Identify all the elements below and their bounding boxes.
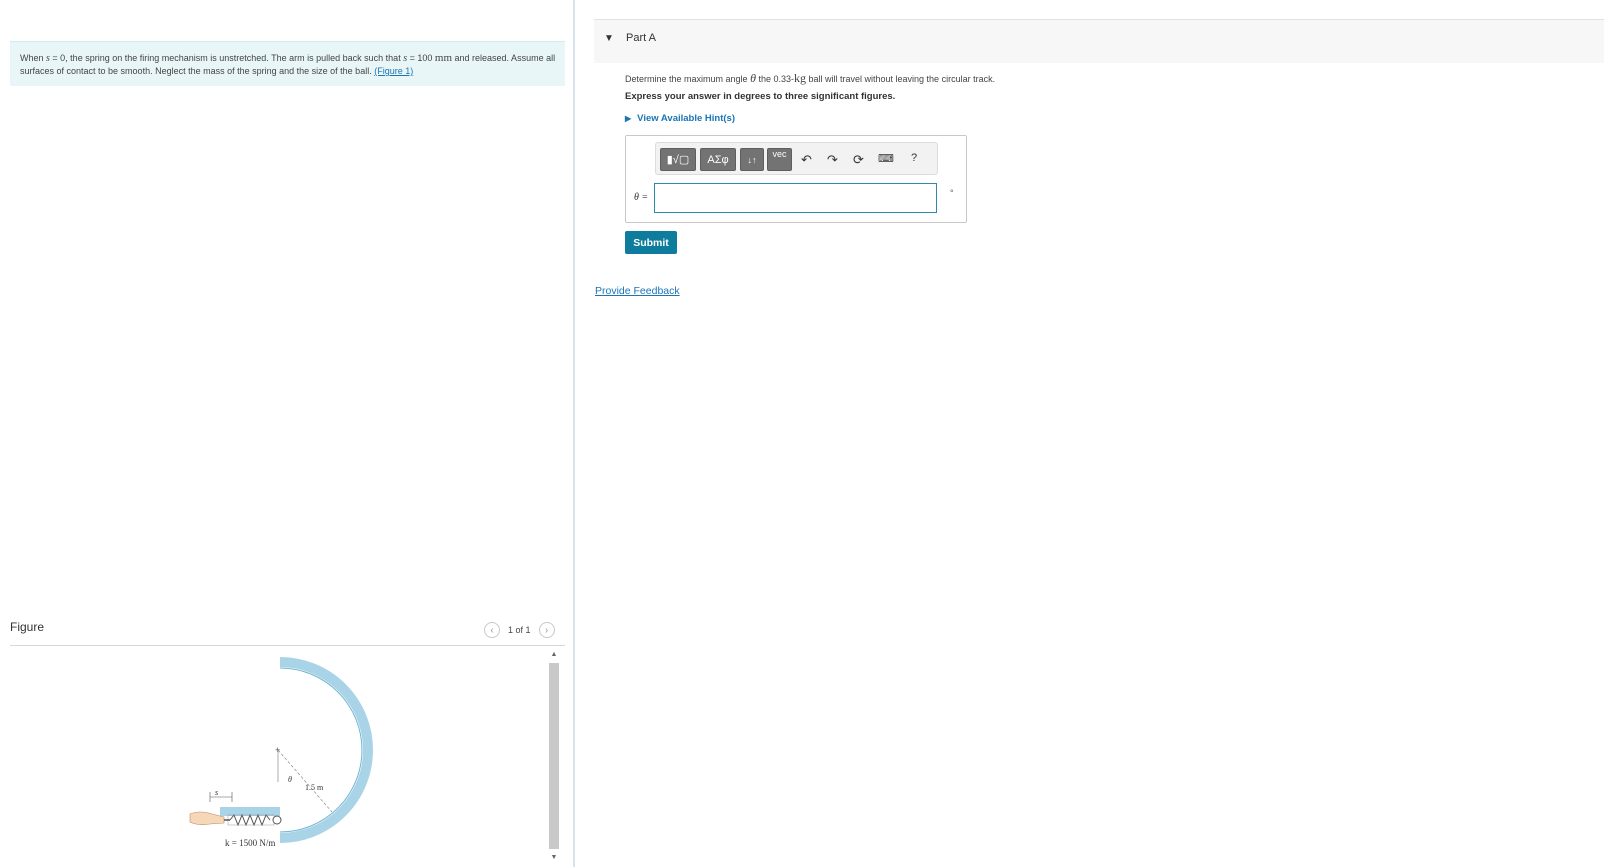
question-part: ball will travel without leaving the cir… (806, 74, 996, 84)
panel-divider[interactable] (573, 0, 575, 867)
hand (189, 811, 225, 825)
provide-feedback-link[interactable]: Provide Feedback (595, 285, 680, 297)
ball (272, 815, 282, 825)
answer-unit: ° (950, 188, 954, 198)
question-text: Determine the maximum angle θ the 0.33-k… (625, 71, 995, 86)
problem-text: = 100 (407, 53, 435, 63)
figure-link[interactable]: (Figure 1) (374, 66, 413, 76)
undo-icon[interactable]: ↶ (801, 152, 812, 168)
radius-line (277, 749, 333, 813)
chevron-right-icon[interactable]: › (538, 622, 555, 638)
answer-variable-label: θ = (634, 192, 649, 203)
spring-constant-label: k = 1500 N/m (225, 838, 275, 848)
figure-page-count: 1 of 1 (508, 625, 531, 635)
figure-image: + θ 1.5 m s k = 1500 N/m (189, 657, 373, 848)
keyboard-icon[interactable]: ⌨ (878, 152, 894, 165)
submit-button[interactable]: Submit (625, 231, 677, 254)
answer-box: ▮√▢ ΑΣφ ↓↑ vec ↶ ↷ ⟳ ⌨ ? θ = ° (625, 135, 967, 223)
figure-divider (10, 645, 565, 646)
answer-instruction: Express your answer in degrees to three … (625, 91, 896, 102)
expand-triangle-icon: ▶ (625, 114, 632, 123)
spring (229, 813, 271, 827)
svg-text:+: + (275, 745, 280, 755)
unit-kg: kg (794, 71, 806, 85)
s-label: s (215, 788, 218, 797)
templates-button[interactable]: ▮√▢ (660, 148, 696, 171)
theta-label: θ (288, 775, 292, 784)
scroll-down-icon[interactable]: ▼ (548, 851, 560, 863)
scroll-up-icon[interactable]: ▲ (548, 648, 560, 660)
scrollbar-thumb[interactable] (549, 663, 559, 849)
chevron-left-icon[interactable]: ‹ (484, 622, 500, 638)
problem-panel: When s = 0, the spring on the firing mec… (0, 0, 575, 867)
part-title: Part A (626, 32, 656, 44)
figure-scrollbar[interactable]: ▲ ▼ (548, 648, 560, 867)
radius-label: 1.5 m (305, 783, 324, 792)
collapse-triangle-icon[interactable]: ▼ (604, 33, 614, 44)
unit-mm: mm (434, 52, 453, 64)
answer-input[interactable] (654, 183, 937, 213)
figure-label: Figure (10, 620, 45, 634)
arrows-button[interactable]: ↓↑ (740, 148, 764, 171)
problem-statement-box: When s = 0, the spring on the firing mec… (10, 41, 565, 86)
math-toolbar: ▮√▢ ΑΣφ ↓↑ vec ↶ ↷ ⟳ ⌨ ? (655, 142, 938, 175)
question-part: Determine the maximum angle (625, 74, 751, 84)
reset-icon[interactable]: ⟳ (853, 152, 864, 168)
view-hints-link[interactable]: ▶ View Available Hint(s) (625, 113, 735, 124)
problem-statement: When s = 0, the spring on the firing mec… (20, 52, 565, 77)
problem-text: When (20, 53, 47, 63)
vector-button[interactable]: vec (767, 148, 792, 171)
symbols-button[interactable]: ΑΣφ (700, 148, 736, 171)
redo-icon[interactable]: ↷ (827, 152, 838, 168)
help-icon[interactable]: ? (911, 152, 917, 164)
part-a-header[interactable]: ▼ Part A (594, 20, 1604, 63)
problem-text: = 0, the spring on the firing mechanism … (49, 53, 404, 63)
figure-pager: ‹ 1 of 1 › (484, 621, 555, 639)
question-part: the 0.33- (755, 74, 794, 84)
hint-label: View Available Hint(s) (637, 113, 735, 124)
circular-track (279, 657, 373, 843)
